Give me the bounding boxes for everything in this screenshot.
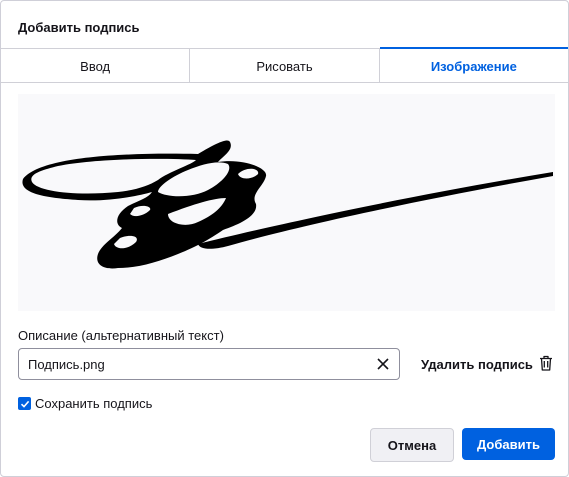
description-value: Подпись.png — [28, 357, 105, 372]
add-signature-dialog: Добавить подпись Ввод Рисовать Изображен… — [0, 0, 569, 477]
tab-bar: Ввод Рисовать Изображение — [1, 47, 569, 83]
save-signature-row: Сохранить подпись — [18, 396, 152, 411]
checkmark-icon — [20, 400, 29, 408]
description-label: Описание (альтернативный текст) — [18, 328, 224, 343]
clear-icon[interactable] — [375, 356, 391, 372]
tab-draw[interactable]: Рисовать — [190, 49, 380, 82]
delete-signature-button[interactable]: Удалить подпись — [421, 352, 553, 376]
save-signature-checkbox[interactable] — [18, 397, 31, 410]
trash-icon — [539, 355, 553, 374]
dialog-title: Добавить подпись — [18, 20, 140, 35]
description-input[interactable]: Подпись.png — [18, 348, 400, 380]
cancel-button[interactable]: Отмена — [370, 428, 454, 462]
signature-image — [22, 140, 553, 269]
tab-type[interactable]: Ввод — [1, 49, 191, 82]
delete-signature-label: Удалить подпись — [421, 356, 533, 372]
save-signature-label: Сохранить подпись — [35, 396, 153, 411]
tab-image[interactable]: Изображение — [379, 47, 569, 82]
signature-image-preview — [18, 94, 555, 311]
add-button[interactable]: Добавить — [462, 428, 555, 460]
